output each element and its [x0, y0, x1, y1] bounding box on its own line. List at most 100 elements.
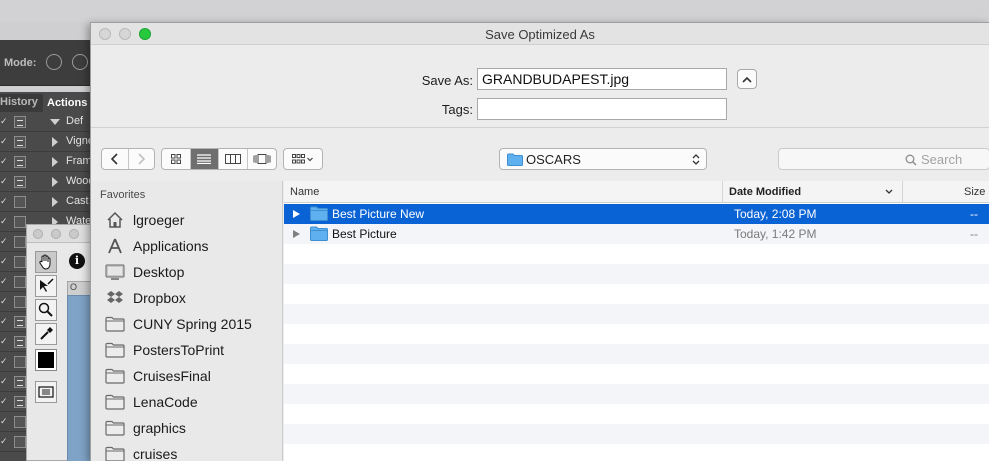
checkmark-icon[interactable]: ✓: [0, 337, 8, 346]
sidebar-item-lgroeger[interactable]: lgroeger: [105, 209, 281, 231]
tags-input[interactable]: [477, 98, 727, 120]
column-date-modified[interactable]: Date Modified: [722, 181, 902, 203]
empty-row: [284, 264, 989, 284]
dialog-toggle-icon[interactable]: [14, 196, 26, 208]
sidebar-item-lenacode[interactable]: LenaCode: [105, 391, 281, 413]
coverflow-view-button[interactable]: [248, 149, 276, 169]
tab-actions[interactable]: Actions: [43, 94, 92, 112]
checkmark-icon[interactable]: ✓: [0, 197, 8, 206]
target-icon[interactable]: [72, 54, 88, 70]
cloud-icon[interactable]: [46, 54, 62, 70]
dialog-toggle-icon[interactable]: [14, 316, 26, 328]
sidebar-item-applications[interactable]: Applications: [105, 235, 281, 257]
action-row[interactable]: ✓ Cast: [0, 192, 92, 212]
color-swatch[interactable]: [35, 349, 57, 371]
dialog-toggle-icon[interactable]: [14, 376, 26, 388]
empty-row: [284, 304, 989, 324]
desktop-icon: [105, 263, 125, 281]
tab-history[interactable]: History: [0, 96, 38, 108]
file-list: Name Date Modified Size Best Picture New…: [284, 181, 989, 461]
dialog-toggle-icon[interactable]: [14, 296, 26, 308]
list-view-icon: [197, 154, 212, 164]
dialog-toggle-icon[interactable]: [14, 276, 26, 288]
zoom-tool-icon[interactable]: [35, 299, 57, 321]
checkmark-icon[interactable]: ✓: [0, 117, 8, 126]
dialog-toggle-icon[interactable]: [14, 256, 26, 268]
disclosure-right-icon[interactable]: [52, 197, 58, 207]
search-field[interactable]: Search: [778, 148, 989, 170]
sidebar-item-desktop[interactable]: Desktop: [105, 261, 281, 283]
tools-minimize-button[interactable]: [51, 229, 61, 239]
dialog-toggle-icon[interactable]: [14, 216, 26, 228]
sidebar-item-cruises[interactable]: cruises: [105, 443, 281, 461]
back-button[interactable]: [102, 149, 129, 169]
checkmark-icon[interactable]: ✓: [0, 157, 8, 166]
checkmark-icon[interactable]: ✓: [0, 277, 8, 286]
file-row[interactable]: Best Picture New Today, 2:08 PM --: [284, 204, 989, 224]
dialog-toggle-icon[interactable]: [14, 416, 26, 428]
checkmark-icon[interactable]: ✓: [0, 177, 8, 186]
dialog-toggle-icon[interactable]: [14, 156, 26, 168]
checkmark-icon[interactable]: ✓: [0, 297, 8, 306]
disclosure-right-icon[interactable]: [52, 137, 58, 147]
forward-button[interactable]: [129, 149, 155, 169]
icon-view-button[interactable]: [162, 149, 191, 169]
disclosure-triangle-icon[interactable]: [293, 230, 300, 238]
sidebar-item-dropbox[interactable]: Dropbox: [105, 287, 281, 309]
disclosure-right-icon[interactable]: [52, 177, 58, 187]
preview-toggle-icon[interactable]: [35, 381, 57, 403]
hand-tool-icon[interactable]: [35, 251, 57, 273]
sidebar-item-posterstoprint[interactable]: PostersToPrint: [105, 339, 281, 361]
checkmark-icon[interactable]: ✓: [0, 217, 8, 226]
dialog-toggle-icon[interactable]: [14, 356, 26, 368]
eyedropper-tool-icon[interactable]: [35, 323, 57, 345]
checkmark-icon[interactable]: ✓: [0, 237, 8, 246]
dialog-toggle-icon[interactable]: [14, 236, 26, 248]
checkmark-icon[interactable]: ✓: [0, 137, 8, 146]
column-view-button[interactable]: [219, 149, 248, 169]
dialog-toggle-icon[interactable]: [14, 116, 26, 128]
mode-label: Mode:: [4, 57, 37, 69]
tools-close-button[interactable]: [33, 229, 43, 239]
dialog-toggle-icon[interactable]: [14, 336, 26, 348]
checkmark-icon[interactable]: ✓: [0, 417, 8, 426]
checkmark-icon[interactable]: ✓: [0, 397, 8, 406]
slice-select-tool-icon[interactable]: [35, 275, 57, 297]
arrange-button[interactable]: [283, 148, 323, 170]
location-popup[interactable]: OSCARS: [499, 148, 707, 170]
empty-row: [284, 444, 989, 461]
sidebar-item-label: Applications: [133, 238, 209, 254]
file-row[interactable]: Best Picture Today, 1:42 PM --: [284, 224, 989, 244]
disclosure-right-icon[interactable]: [52, 157, 58, 167]
disclosure-triangle-icon[interactable]: [293, 210, 300, 218]
tools-zoom-button[interactable]: [69, 229, 79, 239]
sidebar-item-graphics[interactable]: graphics: [105, 417, 281, 439]
dialog-toggle-icon[interactable]: [14, 176, 26, 188]
folder-icon: [105, 341, 125, 359]
action-row[interactable]: ✓ Def: [0, 112, 92, 132]
updown-chevron-icon: [692, 154, 700, 165]
column-name[interactable]: Name: [284, 181, 722, 203]
checkmark-icon[interactable]: ✓: [0, 357, 8, 366]
action-row[interactable]: ✓ Wood: [0, 172, 92, 192]
info-icon[interactable]: i: [69, 253, 85, 269]
disclosure-down-icon[interactable]: [50, 119, 60, 125]
sidebar-item-cuny-spring-2015[interactable]: CUNY Spring 2015: [105, 313, 281, 335]
expand-dialog-button[interactable]: [737, 69, 757, 89]
checkmark-icon[interactable]: ✓: [0, 377, 8, 386]
sidebar-item-label: CUNY Spring 2015: [133, 316, 252, 332]
checkmark-icon[interactable]: ✓: [0, 257, 8, 266]
list-view-button[interactable]: [190, 149, 219, 169]
sidebar-item-cruisesfinal[interactable]: CruisesFinal: [105, 365, 281, 387]
checkmark-icon[interactable]: ✓: [0, 317, 8, 326]
column-size[interactable]: Size: [902, 181, 989, 203]
dialog-toggle-icon[interactable]: [14, 436, 26, 448]
checkmark-icon[interactable]: ✓: [0, 437, 8, 446]
sidebar-item-label: LenaCode: [133, 394, 198, 410]
action-row[interactable]: ✓ Vignette: [0, 132, 92, 152]
dialog-toggle-icon[interactable]: [14, 136, 26, 148]
dialog-toggle-icon[interactable]: [14, 396, 26, 408]
action-row[interactable]: ✓ Frame: [0, 152, 92, 172]
save-as-input[interactable]: [477, 68, 727, 90]
panel-tabs: History Actions: [0, 94, 92, 112]
